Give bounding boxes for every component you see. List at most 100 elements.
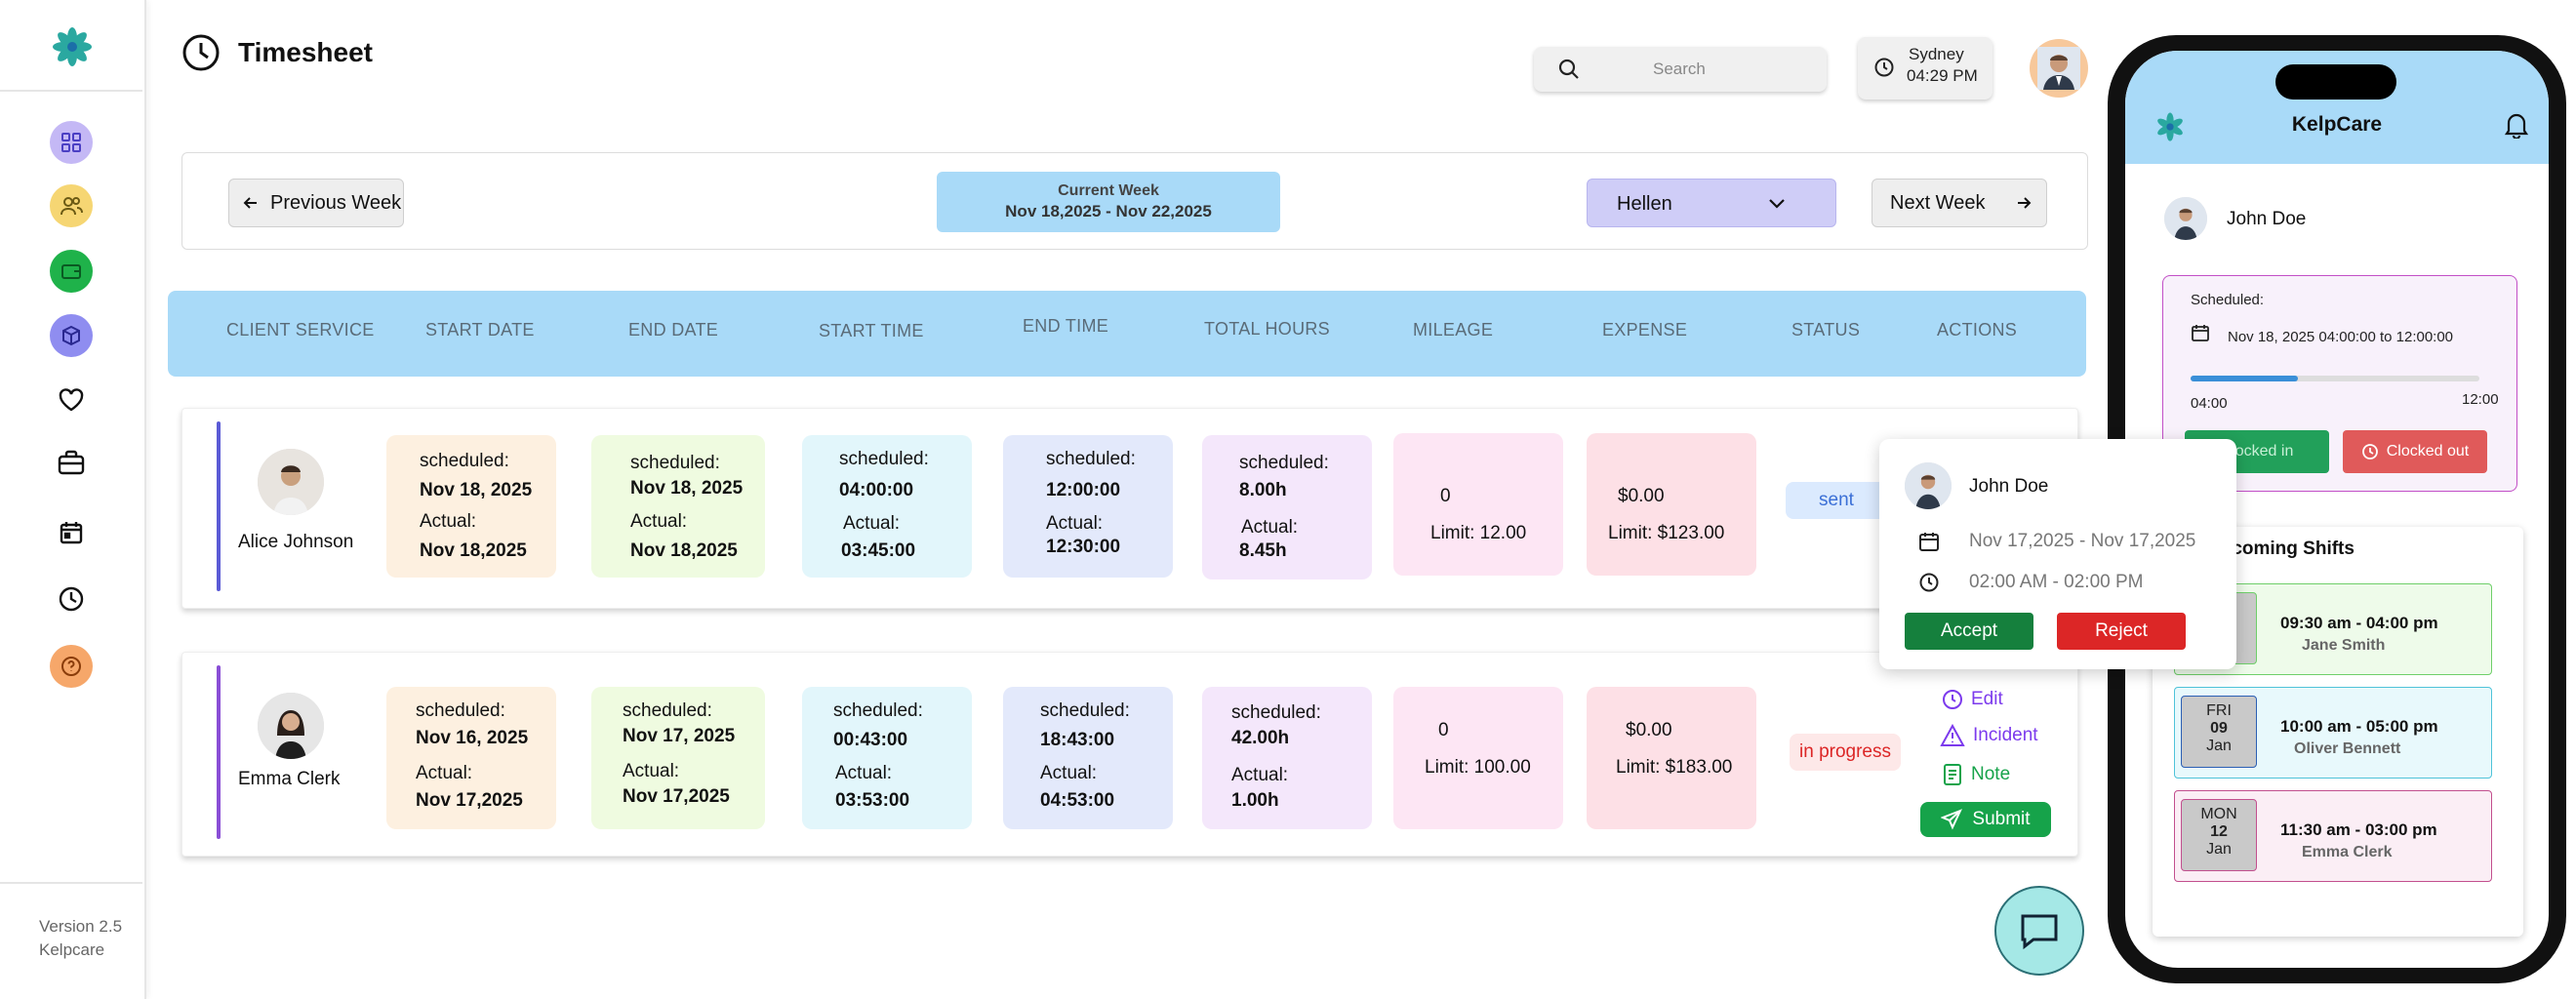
sidebar-item-users[interactable] <box>50 184 93 227</box>
location-city: Sydney <box>1909 45 1964 63</box>
total-hours-cell: scheduled: 8.00h Actual: 8.45h <box>1202 435 1372 579</box>
actual-label: Actual: <box>630 511 688 532</box>
shift-time: 10:00 am - 05:00 pm <box>2280 717 2438 736</box>
clock-icon <box>1919 573 1939 592</box>
actual-label: Actual: <box>835 763 893 783</box>
end-time-cell: scheduled: 18:43:00 Actual: 04:53:00 <box>1003 687 1173 829</box>
page-title: Timesheet <box>238 37 373 67</box>
actual-label: Actual: <box>623 761 680 781</box>
next-week-button[interactable]: Next Week <box>1872 179 2047 227</box>
sidebar-item-favorites[interactable] <box>56 384 87 416</box>
sidebar-item-calendar[interactable] <box>56 517 87 548</box>
shift-progress-bar <box>2191 376 2479 381</box>
client-avatar <box>258 449 324 515</box>
mileage-value: 0 <box>1440 486 1451 506</box>
row-accent <box>217 421 221 591</box>
scheduled-value: 8.00h <box>1239 480 1287 500</box>
location-time-widget: Sydney 04:29 PM <box>1858 37 1992 100</box>
shift-request-popover: John Doe Nov 17,2025 - Nov 17,2025 02:00… <box>1879 439 2236 669</box>
incident-action[interactable]: Incident <box>1940 724 2038 747</box>
accept-button[interactable]: Accept <box>1905 613 2033 650</box>
expense-value: $0.00 <box>1618 486 1665 506</box>
end-date-cell: scheduled: Nov 18, 2025 Actual: Nov 18,2… <box>591 435 765 578</box>
version-info: Version 2.5 Kelpcare <box>39 915 122 962</box>
sidebar-item-jobs[interactable] <box>56 447 87 478</box>
shift-dow: FRI <box>2206 702 2232 719</box>
shift-item[interactable]: FRI 09 Jan 10:00 am - 05:00 pm Oliver Be… <box>2174 687 2492 779</box>
scheduled-label: scheduled: <box>1231 702 1321 723</box>
column-header: STATUS <box>1791 320 1861 340</box>
note-label: Note <box>1971 764 2011 784</box>
location-time: 04:29 PM <box>1907 66 1978 85</box>
sidebar: Version 2.5 Kelpcare <box>0 0 146 999</box>
actual-label: Actual: <box>1040 763 1098 783</box>
note-icon <box>1944 764 1961 785</box>
actual-value: 12:30:00 <box>1046 537 1121 557</box>
shift-time: 11:30 am - 03:00 pm <box>2280 820 2437 839</box>
user-portrait-icon <box>2037 47 2080 90</box>
reject-button[interactable]: Reject <box>2057 613 2186 650</box>
shift-month: Jan <box>2206 841 2232 858</box>
dynamic-island <box>2275 64 2396 100</box>
actual-value: Nov 17,2025 <box>623 786 730 807</box>
shift-dow: MON <box>2200 806 2237 822</box>
actual-value: Nov 17,2025 <box>416 790 523 811</box>
send-icon <box>1941 809 1963 830</box>
progress-end-label: 12:00 <box>2462 391 2499 408</box>
actual-value: 03:53:00 <box>835 790 910 811</box>
progress-start-label: 04:00 <box>2191 395 2228 412</box>
submit-button[interactable]: Submit <box>1920 802 2051 837</box>
incident-label: Incident <box>1973 725 2038 745</box>
bell-icon[interactable] <box>2504 111 2529 139</box>
arrow-left-icon <box>243 197 257 209</box>
sidebar-item-wallet[interactable] <box>50 250 93 293</box>
clock-edit-icon <box>1943 690 1962 709</box>
edit-label: Edit <box>1971 689 2003 709</box>
clock-icon <box>2361 444 2378 460</box>
staff-select[interactable]: Hellen <box>1587 179 1836 227</box>
kelpcare-logo-icon <box>53 27 92 66</box>
end-date-cell: scheduled: Nov 17, 2025 Actual: Nov 17,2… <box>591 687 765 829</box>
shift-time: 09:30 am - 04:00 pm <box>2280 614 2438 632</box>
edit-action[interactable]: Edit <box>1942 689 2003 710</box>
sidebar-item-help[interactable] <box>50 645 93 688</box>
sidebar-item-inventory[interactable] <box>50 314 93 357</box>
brand-label: Kelpcare <box>39 940 105 959</box>
sidebar-item-timesheet[interactable] <box>56 583 87 615</box>
column-header: END DATE <box>628 320 719 340</box>
scheduled-value: 18:43:00 <box>1040 730 1115 750</box>
briefcase-icon <box>58 450 85 475</box>
scheduled-label: scheduled: <box>1239 453 1329 473</box>
sidebar-divider <box>0 882 142 884</box>
shift-date-badge: FRI 09 Jan <box>2181 696 2257 768</box>
clock-icon <box>59 586 84 612</box>
clock-out-button[interactable]: Clocked out <box>2343 430 2487 473</box>
chat-icon <box>2021 914 2058 950</box>
scheduled-label: scheduled: <box>833 700 923 721</box>
shift-month: Jan <box>2206 738 2232 754</box>
actual-label: Actual: <box>1231 765 1289 785</box>
client-name: Emma Clerk <box>238 769 341 789</box>
scheduled-label: scheduled: <box>1046 449 1136 469</box>
calendar-icon <box>1919 533 1939 551</box>
scheduled-value: 00:43:00 <box>833 730 908 750</box>
scheduled-label: scheduled: <box>839 449 929 469</box>
popover-date-range: Nov 17,2025 - Nov 17,2025 <box>1969 531 2196 551</box>
dashboard-grid-icon <box>61 133 81 152</box>
previous-week-button[interactable]: Previous Week <box>228 179 404 227</box>
note-action[interactable]: Note <box>1942 763 2010 786</box>
chat-button[interactable] <box>1994 886 2084 976</box>
sidebar-item-dashboard[interactable] <box>50 121 93 164</box>
start-time-cell: scheduled: 00:43:00 Actual: 03:53:00 <box>802 687 972 829</box>
shift-item[interactable]: MON 12 Jan 11:30 am - 03:00 pm Emma Cler… <box>2174 790 2492 882</box>
user-avatar[interactable] <box>2030 39 2088 98</box>
popover-avatar <box>1905 462 1952 509</box>
submit-label: Submit <box>1972 809 2031 829</box>
column-header: START TIME <box>819 321 924 340</box>
column-header: CLIENT SERVICE <box>226 320 375 340</box>
scheduled-label: scheduled: <box>630 453 720 473</box>
chevron-down-icon <box>1769 199 1785 209</box>
expense-cell: $0.00 Limit: $183.00 <box>1587 687 1756 829</box>
search-input[interactable]: Search <box>1534 47 1827 92</box>
warning-icon <box>1940 724 1965 746</box>
